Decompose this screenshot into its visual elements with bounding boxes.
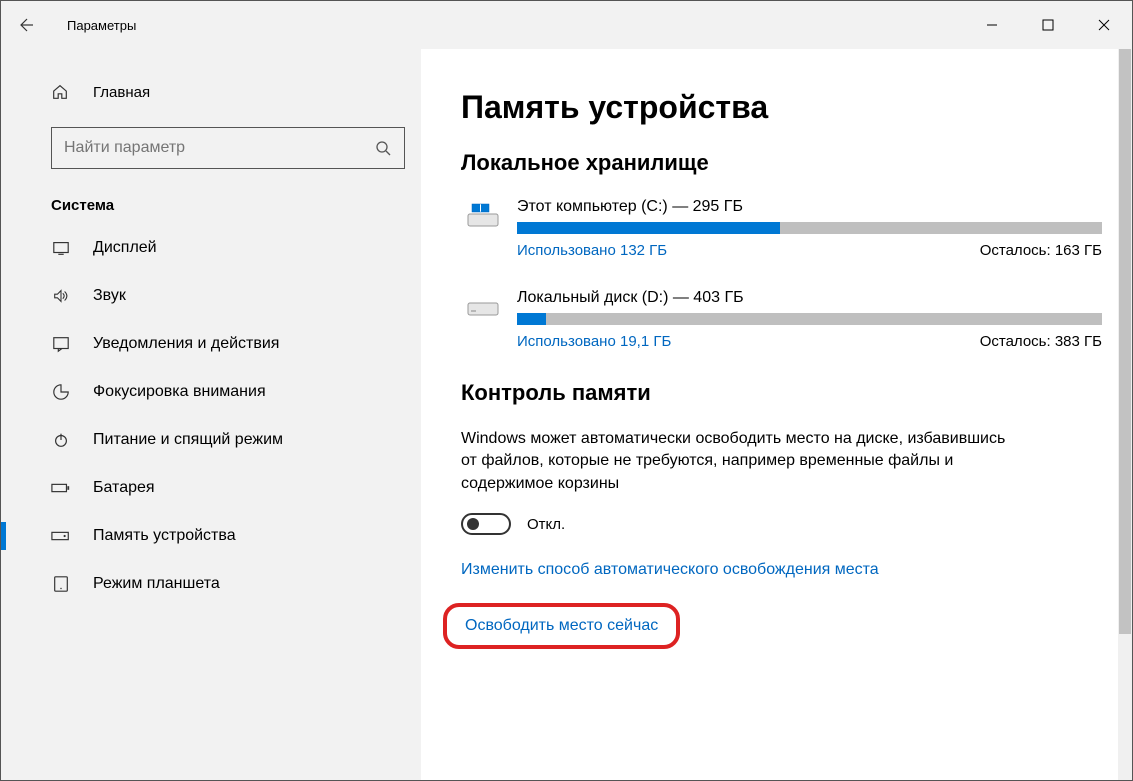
storage-icon bbox=[51, 527, 71, 545]
nav-label: Фокусировка внимания bbox=[93, 383, 266, 401]
minimize-button[interactable] bbox=[964, 1, 1020, 49]
nav-label: Питание и спящий режим bbox=[93, 431, 283, 449]
drive-c-name: Этот компьютер (C:) — 295 ГБ bbox=[517, 198, 1102, 216]
search-icon bbox=[362, 140, 404, 156]
main-content: Память устройства Локальное хранилище Эт… bbox=[421, 49, 1132, 780]
drive-c-icon bbox=[461, 198, 505, 259]
drive-c-free: Осталось: 163 ГБ bbox=[980, 242, 1102, 259]
window-controls bbox=[964, 1, 1132, 49]
display-icon bbox=[51, 239, 71, 257]
drive-c[interactable]: Этот компьютер (C:) — 295 ГБ Использован… bbox=[461, 198, 1102, 259]
nav-item-storage[interactable]: Память устройства bbox=[1, 512, 421, 560]
drive-d-icon bbox=[461, 289, 505, 350]
nav-item-power[interactable]: Питание и спящий режим bbox=[1, 416, 421, 464]
nav-item-sound[interactable]: Звук bbox=[1, 272, 421, 320]
home-button[interactable]: Главная bbox=[1, 71, 421, 113]
nav-item-battery[interactable]: Батарея bbox=[1, 464, 421, 512]
home-label: Главная bbox=[93, 84, 150, 101]
titlebar: Параметры bbox=[1, 1, 1132, 49]
back-button[interactable] bbox=[1, 1, 49, 49]
nav-label: Память устройства bbox=[93, 527, 236, 545]
storage-sense-toggle[interactable] bbox=[461, 513, 511, 535]
nav-item-focus[interactable]: Фокусировка внимания bbox=[1, 368, 421, 416]
drive-c-bar bbox=[517, 222, 1102, 234]
storage-sense-description: Windows может автоматически освободить м… bbox=[461, 428, 1021, 495]
nav-item-tablet[interactable]: Режим планшета bbox=[1, 560, 421, 608]
notifications-icon bbox=[51, 335, 71, 353]
close-button[interactable] bbox=[1076, 1, 1132, 49]
free-now-highlight: Освободить место сейчас bbox=[443, 603, 680, 649]
drive-d[interactable]: Локальный диск (D:) — 403 ГБ Использован… bbox=[461, 289, 1102, 350]
category-header: Система bbox=[51, 197, 421, 214]
free-space-now-link[interactable]: Освободить место сейчас bbox=[465, 617, 658, 635]
home-icon bbox=[51, 83, 71, 101]
nav-label: Уведомления и действия bbox=[93, 335, 279, 353]
window-title: Параметры bbox=[67, 18, 136, 33]
local-storage-header: Локальное хранилище bbox=[461, 150, 1102, 176]
nav-item-display[interactable]: Дисплей bbox=[1, 224, 421, 272]
search-input[interactable] bbox=[52, 139, 362, 157]
drive-d-used: Использовано 19,1 ГБ bbox=[517, 333, 671, 350]
toggle-label: Откл. bbox=[527, 516, 565, 533]
power-icon bbox=[51, 431, 71, 449]
battery-icon bbox=[51, 479, 71, 497]
scrollbar[interactable] bbox=[1118, 49, 1132, 780]
focus-icon bbox=[51, 383, 71, 401]
sidebar: Главная Система Дисплей Звук Уведомления… bbox=[1, 49, 421, 780]
nav-label: Дисплей bbox=[93, 239, 157, 257]
page-title: Память устройства bbox=[461, 89, 1102, 126]
nav-item-notifications[interactable]: Уведомления и действия bbox=[1, 320, 421, 368]
storage-sense-header: Контроль памяти bbox=[461, 380, 1102, 406]
drive-d-free: Осталось: 383 ГБ bbox=[980, 333, 1102, 350]
nav-label: Батарея bbox=[93, 479, 155, 497]
sound-icon bbox=[51, 287, 71, 305]
maximize-button[interactable] bbox=[1020, 1, 1076, 49]
nav-label: Режим планшета bbox=[93, 575, 220, 593]
nav-label: Звук bbox=[93, 287, 126, 305]
tablet-icon bbox=[51, 575, 71, 593]
drive-c-used: Использовано 132 ГБ bbox=[517, 242, 667, 259]
search-box[interactable] bbox=[51, 127, 405, 169]
drive-d-bar bbox=[517, 313, 1102, 325]
change-auto-free-link[interactable]: Изменить способ автоматического освобожд… bbox=[461, 561, 1102, 579]
scrollbar-thumb[interactable] bbox=[1119, 49, 1131, 634]
drive-d-name: Локальный диск (D:) — 403 ГБ bbox=[517, 289, 1102, 307]
